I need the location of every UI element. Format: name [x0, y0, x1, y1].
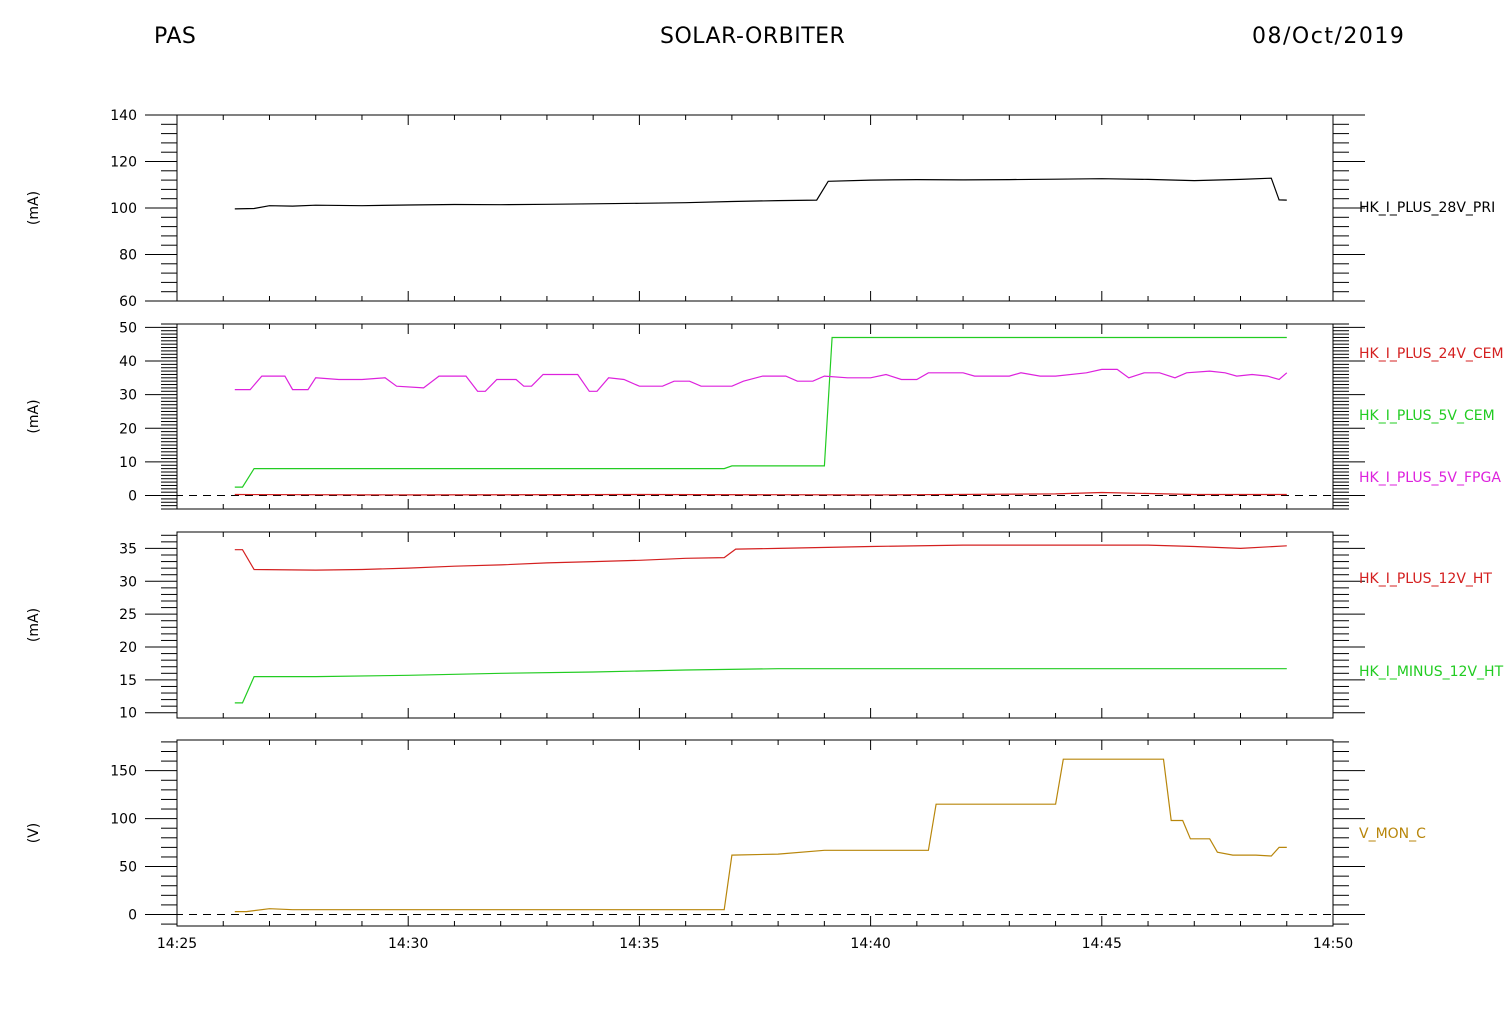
x-tick-label: 14:40 [850, 936, 890, 952]
panel-1: 60 80 100 120 140 (mA) HK_I_PLUS_28V_PRI [26, 108, 1495, 310]
y-axis-label: (V) [26, 823, 42, 844]
x-tick-label: 14:45 [1082, 936, 1122, 952]
y-tick-label: 100 [110, 201, 137, 217]
y-tick-label: 60 [119, 294, 137, 310]
series-line-hk-i-plus-28v-pri [234, 177, 1287, 210]
y-tick-label: 10 [119, 455, 137, 471]
telemetry-chart: 6080100120140(mA) HK_I_PLUS_28V_PRI010203… [26, 108, 1504, 952]
panel-4: 0 50 100 150 (V) V_MON_C [26, 739, 1426, 927]
series-label: HK_I_PLUS_5V_FPGA [1359, 470, 1501, 486]
y-tick-label: 0 [128, 489, 137, 505]
y-tick-label: 0 [128, 907, 137, 923]
series-line-hk-i-plus-24v-cem [234, 491, 1287, 496]
y-tick-label: 80 [119, 248, 137, 264]
series-label: V_MON_C [1359, 826, 1426, 842]
series-label: HK_I_PLUS_5V_CEM [1359, 408, 1495, 424]
series-line-hk-i-plus-12v-ht [234, 544, 1287, 571]
series-line-v-mon-c [234, 758, 1287, 913]
y-tick-label: 10 [119, 706, 137, 722]
y-axis-label: (mA) [26, 399, 42, 433]
x-tick-label: 14:25 [157, 936, 197, 952]
panel-frame [176, 739, 1334, 927]
series-label: HK_I_PLUS_24V_CEM [1359, 346, 1504, 362]
y-tick-label: 30 [119, 574, 137, 590]
panel-2: 0 10 20 30 40 50 (mA) HK_I_PLUS_24V_CEM HK_I_PLU… [26, 320, 1504, 510]
series-line-hk-i-plus-5v-cem [234, 336, 1287, 488]
panel-frame [176, 114, 1334, 302]
y-tick-label: 20 [119, 421, 137, 437]
y-tick-label: 150 [110, 764, 137, 780]
series-line-hk-i-plus-5v-fpga [234, 368, 1288, 392]
y-tick-label: 40 [119, 354, 137, 370]
panel-frame [176, 323, 1334, 510]
series-label: HK_I_PLUS_28V_PRI [1359, 200, 1495, 216]
y-axis-label: (mA) [26, 191, 42, 225]
panel-3: 10 15 20 25 30 35 (mA) HK_I_PLUS_12V_HT HK_I_MIN… [26, 531, 1504, 722]
y-tick-label: 50 [119, 320, 137, 336]
y-tick-label: 15 [119, 673, 137, 689]
panel-frame [176, 531, 1334, 719]
x-tick-label: 14:50 [1313, 936, 1353, 952]
series-line-hk-i-minus-12v-ht [234, 668, 1287, 704]
y-tick-label: 30 [119, 388, 137, 404]
y-tick-label: 25 [119, 607, 137, 623]
y-tick-label: 140 [110, 108, 137, 124]
x-tick-label: 14:35 [619, 936, 659, 952]
y-tick-label: 120 [110, 155, 137, 171]
y-tick-label: 100 [110, 812, 137, 828]
x-tick-label: 14:30 [388, 936, 428, 952]
series-label: HK_I_PLUS_12V_HT [1359, 571, 1492, 587]
y-tick-label: 50 [119, 860, 137, 876]
y-tick-label: 20 [119, 640, 137, 656]
y-axis-label: (mA) [26, 608, 42, 642]
series-label: HK_I_MINUS_12V_HT [1359, 664, 1504, 680]
y-tick-label: 35 [119, 541, 137, 557]
